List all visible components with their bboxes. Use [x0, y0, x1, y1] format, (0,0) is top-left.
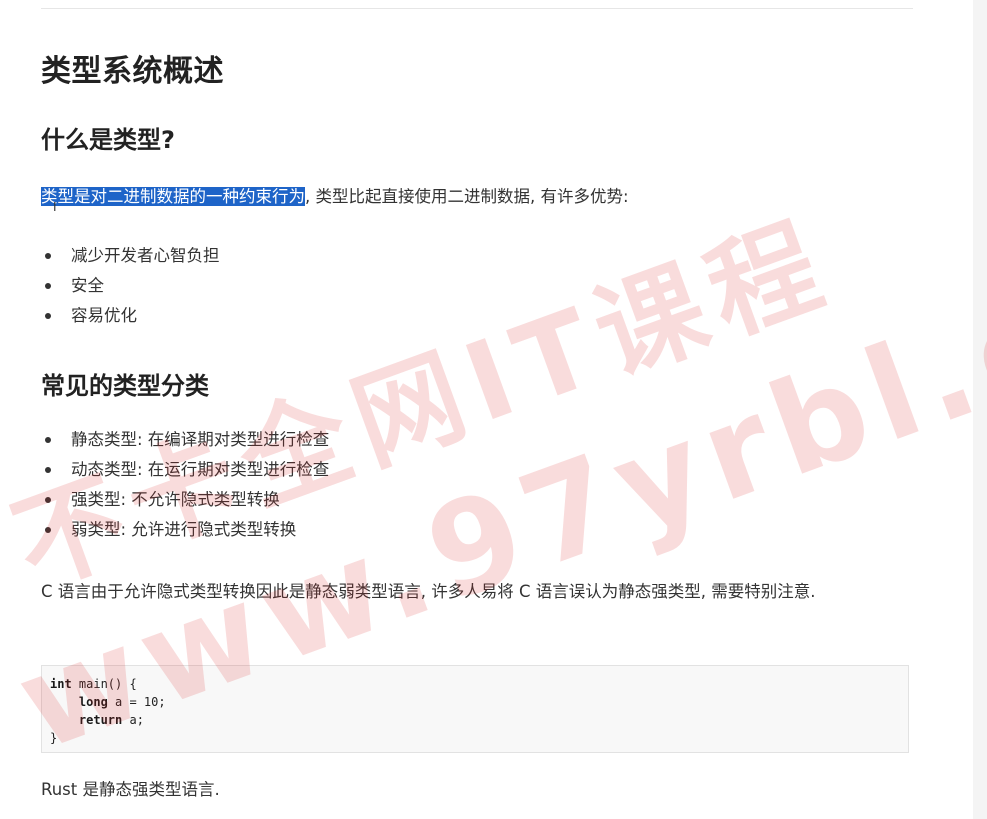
code-text: main() { — [71, 677, 137, 691]
selected-text[interactable]: 类型是对二进制数据的一种约束行为 — [41, 187, 305, 206]
list-item: 容易优化 — [41, 301, 220, 331]
page-title: 类型系统概述 — [41, 54, 224, 89]
intro-paragraph: 类型是对二进制数据的一种约束行为, 类型比起直接使用二进制数据, 有许多优势: — [41, 182, 901, 211]
code-text: a = 10; — [107, 695, 166, 709]
list-item: 弱类型: 允许进行隐式类型转换 — [41, 515, 329, 545]
c-language-note: C 语言由于允许隐式类型转换因此是静态弱类型语言, 许多人易将 C 语言误认为静… — [41, 582, 816, 601]
code-keyword: long — [78, 695, 108, 709]
code-keyword: return — [78, 713, 123, 727]
benefits-list: 减少开发者心智负担 安全 容易优化 — [41, 241, 220, 331]
code-line: int main() { — [50, 675, 900, 693]
intro-rest: , 类型比起直接使用二进制数据, 有许多优势: — [305, 187, 629, 206]
list-item: 强类型: 不允许隐式类型转换 — [41, 485, 329, 515]
top-divider — [41, 8, 913, 9]
list-item: 安全 — [41, 271, 220, 301]
text-cursor-icon: I — [53, 200, 57, 214]
rust-paragraph: Rust 是静态强类型语言. — [41, 780, 220, 799]
code-keyword: int — [50, 677, 72, 691]
section-heading-what-is-type: 什么是类型? — [41, 126, 175, 154]
list-item: 减少开发者心智负担 — [41, 241, 220, 271]
code-text: a; — [122, 713, 144, 727]
code-block: int main() { long a = 10; return a; } — [41, 665, 909, 753]
section-heading-common-types: 常见的类型分类 — [41, 372, 209, 400]
code-line: } — [50, 731, 58, 745]
scrollbar-track[interactable] — [973, 0, 987, 819]
list-item: 静态类型: 在编译期对类型进行检查 — [41, 425, 329, 455]
document-content: 类型系统概述 什么是类型? 类型是对二进制数据的一种约束行为, 类型比起直接使用… — [41, 0, 913, 819]
categories-list: 静态类型: 在编译期对类型进行检查 动态类型: 在运行期对类型进行检查 强类型:… — [41, 425, 329, 545]
list-item: 动态类型: 在运行期对类型进行检查 — [41, 455, 329, 485]
code-line: long a = 10; — [50, 693, 900, 711]
code-line: return a; — [50, 711, 900, 729]
